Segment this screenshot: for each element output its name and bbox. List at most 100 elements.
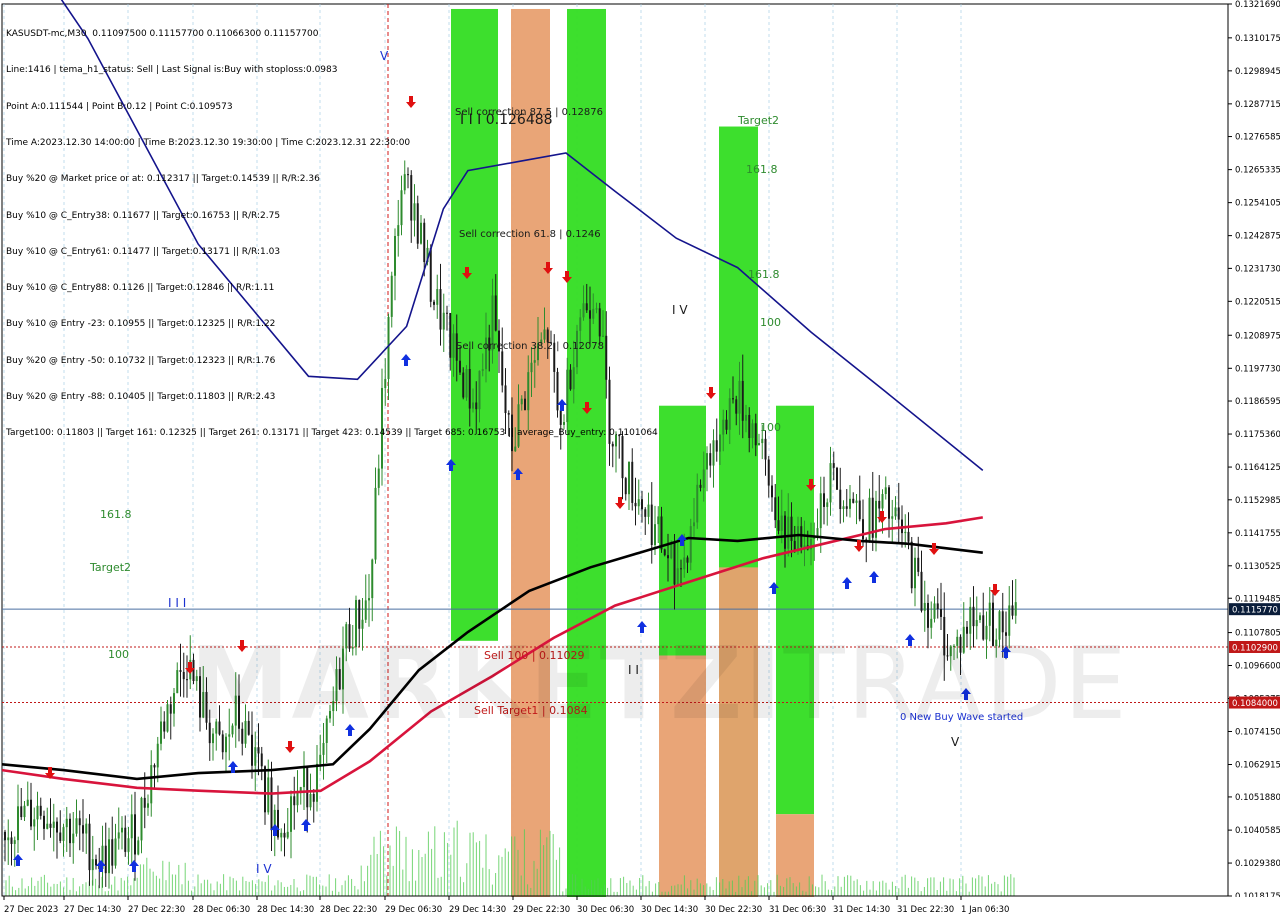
candle-body <box>696 484 699 523</box>
candle-body <box>481 369 484 371</box>
candle-body <box>569 369 572 390</box>
candle-body <box>465 369 468 398</box>
candle-body <box>85 823 88 834</box>
candle-body <box>413 203 416 221</box>
buy-arrow <box>961 688 971 700</box>
candle-body <box>69 818 71 844</box>
candle-body <box>238 695 240 729</box>
candle-body <box>322 742 325 755</box>
candle-body <box>524 398 526 411</box>
candle-body <box>728 398 731 430</box>
x-tick-label: 28 Dec 14:30 <box>257 905 314 915</box>
candle-body <box>169 704 172 714</box>
annotation-label: V <box>951 735 960 749</box>
price-chart[interactable]: Sell correction 87.5 | 0.12876I I I 0.12… <box>0 0 1280 920</box>
candle-body <box>595 308 598 310</box>
candle-body <box>82 825 84 834</box>
y-tick-label: 0.1051880 <box>1235 793 1280 803</box>
volume-bars <box>5 820 1015 896</box>
candle-body <box>143 797 146 808</box>
candle-body <box>826 502 829 507</box>
candle-body <box>618 434 621 437</box>
candle-body <box>179 670 182 672</box>
candle-body <box>251 734 253 766</box>
annotation-label: 161.8 <box>100 508 132 521</box>
candle-body <box>637 499 640 507</box>
buy-arrow <box>401 354 411 366</box>
candle-body <box>13 840 16 844</box>
sell-100-tag: 0.1102900 <box>1232 643 1278 653</box>
x-tick-label: 27 Dec 14:30 <box>64 905 121 915</box>
candle-body <box>59 832 62 841</box>
candle-body <box>592 308 595 319</box>
y-tick-label: 0.1298945 <box>1235 67 1280 77</box>
buy-arrow <box>129 860 139 872</box>
candle-body <box>904 531 907 534</box>
candle-body <box>972 606 975 627</box>
candle-body <box>296 792 299 806</box>
candle-body <box>351 647 354 649</box>
candle-body <box>975 620 978 627</box>
x-tick-label: 30 Dec 14:30 <box>641 905 698 915</box>
y-tick-label: 0.1074150 <box>1235 727 1280 737</box>
candle-body <box>342 648 344 690</box>
candle-body <box>475 402 478 410</box>
candle-body <box>667 555 669 559</box>
candle-body <box>992 602 994 646</box>
candle-body <box>725 419 728 430</box>
zone-green <box>659 405 706 656</box>
candle-body <box>104 845 107 874</box>
candle-body <box>699 484 702 488</box>
candle-body <box>862 519 864 540</box>
candle-body <box>355 600 357 648</box>
candle-body <box>205 691 208 723</box>
candle-body <box>979 615 981 621</box>
candle-body <box>280 832 283 838</box>
candle-body <box>478 370 481 410</box>
candle-body <box>117 832 120 839</box>
candle-body <box>345 624 348 649</box>
candle-body <box>286 831 289 838</box>
y-tick-label: 0.1119485 <box>1235 594 1280 604</box>
candle-body <box>949 646 952 657</box>
candle-body <box>647 504 650 517</box>
candle-body <box>605 335 608 380</box>
candle-body <box>433 301 435 305</box>
zone-green <box>776 405 814 815</box>
candle-body <box>819 493 822 529</box>
candle-body <box>738 380 741 414</box>
candle-body <box>855 500 858 503</box>
candle-body <box>930 618 933 628</box>
candle-body <box>88 823 91 871</box>
x-axis: 27 Dec 2023 27 Dec 14:30 27 Dec 22:30 28 De… <box>0 895 1280 920</box>
candle-body <box>907 531 910 542</box>
candle-body <box>962 626 965 653</box>
annotation-label: 100 <box>760 421 781 434</box>
x-tick-label: 29 Dec 14:30 <box>449 905 506 915</box>
candle-body <box>966 626 968 634</box>
candle-body <box>628 461 630 495</box>
candle-body <box>624 478 627 495</box>
candle-body <box>332 701 335 712</box>
annotation-label: Sell Target1 | 0.1084 <box>474 704 588 717</box>
candle-body <box>803 545 806 547</box>
candle-body <box>832 463 835 468</box>
candle-body <box>140 797 143 841</box>
candle-body <box>608 379 611 444</box>
candle-body <box>462 372 465 398</box>
candle-body <box>767 459 770 486</box>
candle-body <box>709 453 712 466</box>
zone-orange <box>776 814 814 903</box>
annotation-label: 100 <box>760 316 781 329</box>
zone-orange <box>719 567 758 903</box>
candle-body <box>585 303 588 311</box>
y-tick-label: 0.1096600 <box>1235 662 1280 672</box>
zone-orange <box>659 655 706 903</box>
candle-body <box>517 404 520 447</box>
sell-arrow <box>237 640 247 652</box>
candle-body <box>254 747 257 766</box>
annotation-label: Sell correction 38.2 | 0.12078 <box>456 341 604 352</box>
candle-body <box>758 443 760 446</box>
candle-body <box>397 225 400 237</box>
candle-body <box>940 609 942 617</box>
